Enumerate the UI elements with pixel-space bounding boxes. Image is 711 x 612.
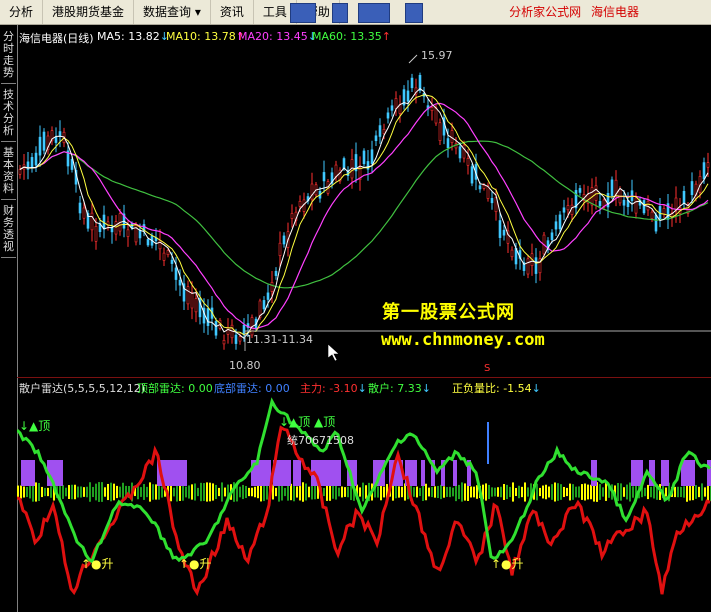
candles: [18, 72, 710, 350]
tab-financials[interactable]: 财务透视: [1, 205, 16, 258]
tab-intraday[interactable]: 分时走势: [1, 31, 16, 84]
watermark-title: 第一股票公式网: [382, 302, 515, 323]
menu-hk-futures-funds[interactable]: 港股期货基金: [43, 0, 135, 24]
watermark-url: www.chnmoney.com: [381, 330, 545, 350]
range-label: 11.31-11.34: [246, 333, 313, 346]
rise-signal-3: ↑●升: [491, 557, 524, 571]
tab-technical-analysis[interactable]: 技术分析: [1, 89, 16, 142]
high-price-label: 15.97: [421, 49, 453, 62]
candlestick-chart[interactable]: 15.97 11.31-11.34 10.80: [17, 25, 711, 377]
top-signal-2: ↓▲顶: [279, 415, 310, 429]
side-tabs: 分时走势 技术分析 基本资料 财务透视: [0, 25, 18, 612]
rise-signal-1: ↑●升: [81, 557, 114, 571]
link-formula-site[interactable]: 分析家公式网: [509, 5, 581, 19]
taskbar-icon[interactable]: [405, 3, 423, 23]
taskbar-icon[interactable]: [332, 3, 348, 23]
menu-bar: 分析 港股期货基金 数据查询 ▾ 资讯 工具 帮助 分析家公式网 海信电器: [0, 0, 711, 25]
indicator-chart[interactable]: ↓▲顶 ↓▲顶 ▲顶 统70671508 ↑●升 ↑●升 ↑●升: [17, 392, 711, 612]
ma5-line: [19, 88, 709, 340]
header-links: 分析家公式网 海信电器: [503, 0, 639, 24]
retail-line: [17, 397, 711, 565]
menu-news[interactable]: 资讯: [211, 0, 254, 24]
menu-analysis[interactable]: 分析: [0, 0, 44, 24]
volume-bars: [17, 482, 711, 502]
taskbar-icon[interactable]: [358, 3, 390, 23]
menu-data-query[interactable]: 数据查询 ▾: [134, 0, 211, 24]
rise-signal-2: ↑●升: [179, 557, 212, 571]
link-stock-name[interactable]: 海信电器: [591, 5, 639, 19]
low-price-label: 10.80: [229, 359, 261, 372]
panel-separator: [17, 377, 711, 378]
mouse-cursor-icon: [327, 343, 340, 362]
taskbar-icon[interactable]: [290, 3, 316, 23]
chevron-down-icon: ▾: [191, 5, 201, 19]
number-label: 统70671508: [287, 434, 354, 447]
top-signal-3: ▲顶: [314, 415, 335, 429]
top-signal-1: ↓▲顶: [19, 419, 50, 433]
s-marker: S: [484, 363, 491, 374]
tab-fundamentals[interactable]: 基本资料: [1, 147, 16, 200]
high-pointer: [408, 54, 418, 64]
